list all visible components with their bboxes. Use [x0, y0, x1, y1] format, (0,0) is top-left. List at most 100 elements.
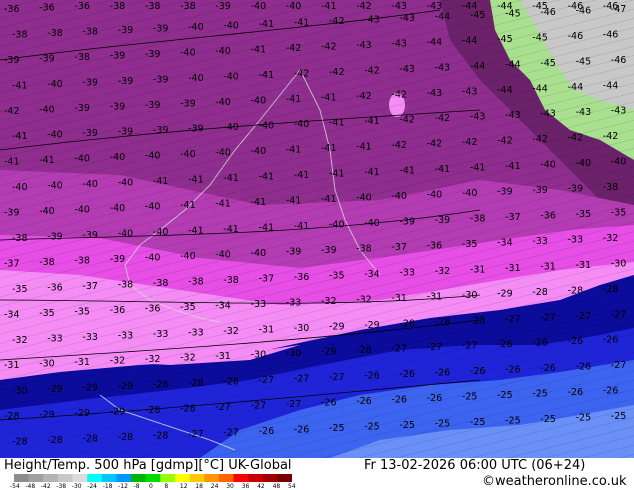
temperature-label: -41: [364, 167, 380, 178]
temperature-label: -38: [47, 28, 63, 39]
temperature-label: -40: [223, 122, 239, 133]
temperature-label: -41: [215, 199, 231, 210]
temperature-label: -34: [364, 269, 380, 280]
colorbar: [14, 474, 292, 482]
temperature-label: -29: [74, 408, 90, 419]
temperature-label: -41: [223, 173, 239, 184]
temperature-label: -41: [470, 163, 486, 174]
temperature-label: -36: [540, 211, 556, 222]
temperature-label: -27: [286, 399, 302, 410]
colorbar-tick: -18: [102, 483, 113, 490]
temperature-label: -36: [294, 272, 310, 283]
temperature-label: -43: [576, 107, 592, 118]
temperature-label: -40: [74, 205, 90, 216]
temperature-label: -39: [153, 125, 169, 136]
temperature-label: -36: [110, 305, 126, 316]
temperature-label: -41: [259, 70, 275, 81]
temperature-label: -32: [223, 326, 239, 337]
temperature-label: -25: [435, 419, 451, 430]
temperature-label: -29: [39, 410, 55, 421]
temperature-label: -31: [576, 260, 592, 271]
temperature-label: -25: [399, 420, 415, 431]
temperature-label: -27: [462, 341, 478, 352]
colorbar-swatch: [145, 474, 161, 482]
temperature-label: -37: [505, 212, 521, 223]
temperature-label: -36: [74, 1, 90, 12]
temperature-label: -42: [294, 68, 310, 79]
temperature-label: -40: [47, 79, 63, 90]
colorbar-swatch: [57, 474, 73, 482]
colorbar-swatch: [28, 474, 44, 482]
temperature-label: -26: [532, 338, 548, 349]
colorbar-tick: 48: [272, 483, 281, 490]
temperature-label: -40: [251, 1, 267, 12]
temperature-label: -40: [215, 249, 231, 260]
temperature-label: -27: [259, 375, 275, 386]
temperature-label: -40: [188, 22, 204, 33]
temperature-label: -40: [611, 157, 627, 168]
temperature-label: -36: [39, 3, 55, 14]
temperature-label: -36: [427, 240, 443, 251]
colorbar-swatch: [87, 474, 103, 482]
temperature-label: -26: [427, 393, 443, 404]
temperature-label: -40: [356, 193, 372, 204]
temperature-label: -40: [145, 202, 161, 213]
colorbar-swatch: [189, 474, 205, 482]
colorbar-swatch: [160, 474, 176, 482]
temperature-label: -39: [118, 25, 134, 36]
temperature-label: -40: [180, 149, 196, 160]
weather-chart: -36 -36 -36 -38 -38 -38 -39 -40 -40 -41 -42 -43 -43-…: [0, 0, 634, 490]
colorbar-swatch: [248, 474, 264, 482]
temperature-label: -35: [462, 239, 478, 250]
temperature-label: -41: [294, 221, 310, 232]
temperature-label: -29: [110, 407, 126, 418]
temperature-label: -26: [321, 398, 337, 409]
temperature-label: -45: [497, 34, 513, 45]
temperature-label: -29: [118, 381, 134, 392]
temperature-label: -42: [286, 43, 302, 54]
temperature-label: -45: [576, 56, 592, 67]
temperature-label: -34: [497, 237, 513, 248]
temperature-label: -26: [364, 371, 380, 382]
temperature-label: -32: [356, 294, 372, 305]
temperature-label: -41: [329, 169, 345, 180]
colorbar-swatch: [174, 474, 190, 482]
temperature-label: -42: [4, 106, 20, 117]
temperature-label: -32: [110, 356, 126, 367]
temperature-label: -39: [568, 184, 584, 195]
temperature-label: -26: [356, 396, 372, 407]
temperature-label: -38: [188, 276, 204, 287]
temperature-label: -38: [110, 1, 126, 12]
temperature-label: -41: [356, 142, 372, 153]
temperature-label: -26: [505, 365, 521, 376]
temperature-label: -41: [180, 200, 196, 211]
temperature-label: -39: [153, 23, 169, 34]
temperature-label: -44: [603, 80, 619, 91]
temperature-label: -41: [12, 131, 28, 142]
temperature-label: -39: [286, 246, 302, 257]
temperature-label: -40: [251, 248, 267, 259]
temperature-label: -39: [110, 50, 126, 61]
temperature-label: -40: [153, 227, 169, 238]
temperature-label: -25: [497, 390, 513, 401]
valid-time: Fr 13-02-2026 06:00 UTC (06+24): [364, 458, 586, 473]
credit-text[interactable]: ©weatheronline.co.uk: [482, 474, 627, 490]
temperature-label: -39: [118, 76, 134, 87]
temperature-label: -39: [532, 185, 548, 196]
temperature-label: -45: [505, 8, 521, 19]
temperature-label: -26: [603, 386, 619, 397]
colorbar-swatch: [262, 474, 278, 482]
temperature-label: -39: [321, 245, 337, 256]
temperature-label: -32: [145, 354, 161, 365]
temperature-label: -25: [329, 423, 345, 434]
temperature-label: -38: [74, 255, 90, 266]
temperature-label: -26: [576, 362, 592, 373]
temperature-label: -30: [12, 386, 28, 397]
temperature-label: -28: [4, 411, 20, 422]
temperature-label: -41: [188, 175, 204, 186]
temperature-label: -36: [145, 303, 161, 314]
temperature-label: -44: [427, 37, 443, 48]
temperature-label: -30: [39, 359, 55, 370]
temperature-label: -40: [223, 20, 239, 31]
temperature-label: -40: [251, 95, 267, 106]
